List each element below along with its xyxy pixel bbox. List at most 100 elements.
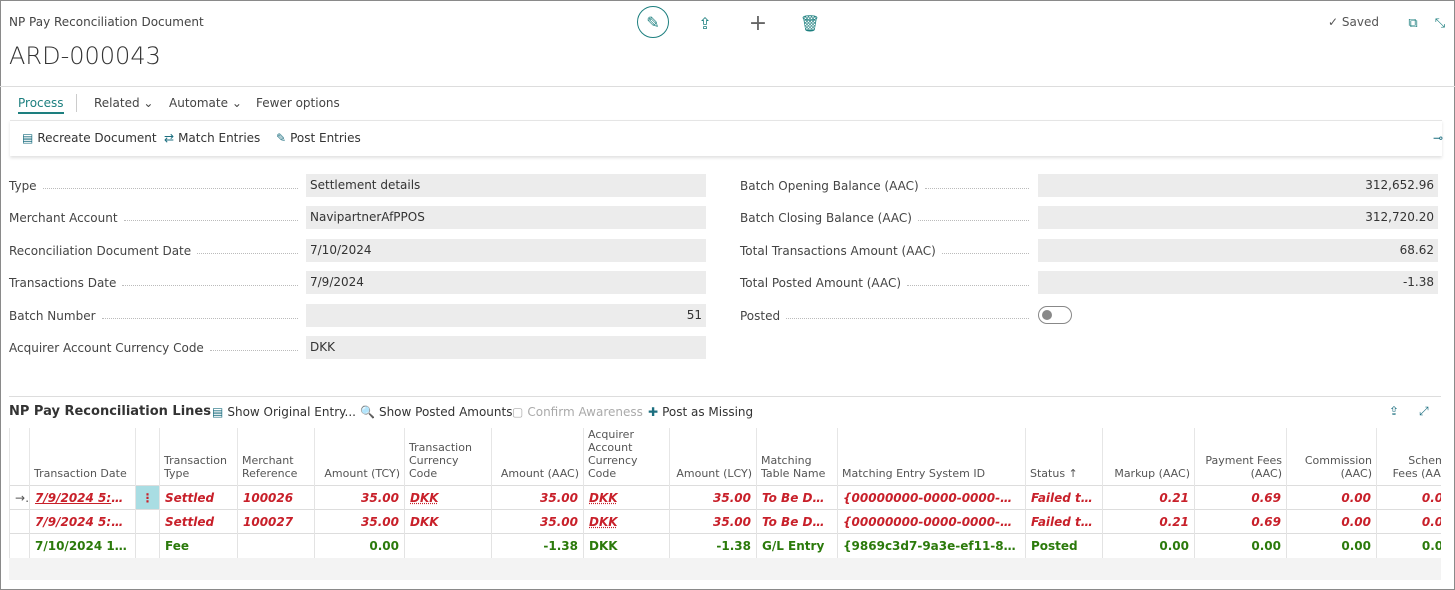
field-value[interactable]: NavipartnerAfPPOS	[306, 206, 706, 230]
post-icon: ✎	[276, 131, 287, 145]
row-menu-button[interactable]: ⋮	[135, 485, 160, 510]
saved-status: ✓ Saved	[1328, 15, 1379, 29]
post-entries-button[interactable]: ✎ Post Entries	[276, 131, 361, 145]
table-cell: 0.00	[1376, 485, 1441, 510]
column-header[interactable]: Acquirer Account Currency Code	[583, 428, 670, 486]
tab-automate[interactable]: Automate ⌄	[169, 96, 242, 110]
share-icon[interactable]: ⇪	[1389, 404, 1399, 418]
open-new-window-icon[interactable]: ⧉	[1398, 8, 1428, 38]
match-entries-button[interactable]: ⇄ Match Entries	[164, 131, 260, 145]
table-cell: Failed to ...	[1025, 509, 1103, 534]
table-cell: To Be Det...	[756, 509, 838, 534]
tab-related[interactable]: Related ⌄	[94, 96, 153, 110]
tab-process[interactable]: Process	[18, 96, 64, 114]
post-as-missing-button[interactable]: ✚ Post as Missing	[648, 405, 753, 419]
table-cell[interactable]: 7/9/2024 5:40 ...	[29, 509, 136, 534]
lines-grid: Transaction Date Transaction Type Merchant…	[9, 428, 1441, 580]
column-header[interactable]: Merchant Reference	[237, 428, 315, 486]
field-value[interactable]: 7/10/2024	[306, 238, 706, 262]
column-header[interactable]: Payment Fees (AAC)	[1194, 428, 1287, 486]
posted-toggle[interactable]	[1038, 306, 1072, 324]
table-cell: 0.00	[1376, 533, 1441, 558]
field-label: Acquirer Account Currency Code	[9, 341, 304, 355]
table-cell: To Be Det...	[756, 485, 838, 510]
table-row[interactable]: 7/10/2024 12:2...Fee0.00-1.38DKK-1.38G/L…	[9, 533, 1441, 558]
match-icon: ⇄	[164, 131, 175, 145]
delete-icon[interactable]: 🗑	[795, 8, 825, 38]
table-row[interactable]: → 7/9/2024 5:40 ... ⋮ Settled 100026 35.00 DKK…	[9, 485, 1441, 510]
show-posted-amounts-button[interactable]: 🔍 Show Posted Amounts	[360, 405, 512, 419]
table-cell: Failed to ...	[1025, 485, 1103, 510]
divider	[9, 396, 1441, 397]
field-label: Transactions Date	[9, 276, 304, 290]
column-header[interactable]: Matching Table Name	[756, 428, 838, 486]
document-icon: ▤	[22, 131, 34, 145]
table-row[interactable]: 7/9/2024 5:40 ... Settled 100027 35.00 DKK 35…	[9, 509, 1441, 534]
collapse-icon[interactable]: ⤡	[1425, 8, 1455, 38]
fewer-options-button[interactable]: Fewer options	[256, 96, 340, 110]
column-header[interactable]: Transaction Type	[159, 428, 238, 486]
column-header[interactable]: Amount (TCY)	[314, 428, 405, 486]
table-cell: -1.38	[669, 533, 757, 558]
expand-icon[interactable]: ⤢	[1419, 404, 1429, 419]
row-menu-button[interactable]	[135, 509, 160, 534]
table-cell: 0.00	[1286, 485, 1377, 510]
share-icon[interactable]: ⇪	[690, 8, 720, 38]
menu-header	[135, 428, 160, 486]
edit-button[interactable]: ✎	[637, 6, 669, 38]
table-cell[interactable]: 7/10/2024 12:2...	[29, 533, 136, 558]
field-value[interactable]: 68.62	[1038, 238, 1438, 262]
document-icon: ▢	[512, 405, 524, 419]
field-value[interactable]: -1.38	[1038, 271, 1438, 295]
field-value[interactable]: DKK	[306, 336, 706, 359]
row-marker-header	[9, 428, 30, 486]
field-label: Total Posted Amount (AAC)	[740, 276, 1035, 290]
table-cell: 35.00	[491, 509, 584, 534]
pin-icon[interactable]: ⊸	[1433, 131, 1443, 145]
recreate-document-button[interactable]: ▤ Recreate Document	[22, 131, 157, 145]
column-header[interactable]: Matching Entry System ID	[837, 428, 1026, 486]
column-header[interactable]: Amount (AAC)	[491, 428, 584, 486]
field-label: Posted	[740, 309, 1035, 323]
field-value[interactable]: Settlement details	[306, 174, 706, 197]
table-cell: Posted	[1025, 533, 1103, 558]
table-cell: DKK	[404, 485, 492, 510]
current-row-arrow-icon: →	[9, 485, 30, 510]
column-header[interactable]: Status ↑	[1025, 428, 1103, 486]
table-cell: {9869c3d7-9a3e-ef11-8409-60...	[837, 533, 1026, 558]
table-cell: 35.00	[491, 485, 584, 510]
field-value[interactable]: 51	[306, 303, 706, 327]
column-header[interactable]: Amount (LCY)	[669, 428, 757, 486]
column-header[interactable]: Markup (AAC)	[1102, 428, 1195, 486]
field-value[interactable]: 7/9/2024	[306, 271, 706, 295]
table-cell: 0.69	[1194, 509, 1287, 534]
post-icon: ✚	[648, 405, 659, 419]
page-title: ARD-000043	[9, 42, 161, 70]
table-cell: DKK	[404, 509, 492, 534]
document-icon: ▤	[212, 405, 224, 419]
column-header[interactable]: Scheme Fees (AAC)	[1376, 428, 1441, 486]
column-header[interactable]: Transaction Date	[29, 428, 136, 486]
confirm-awareness-button[interactable]: ▢ Confirm Awareness	[512, 405, 643, 419]
field-label: Type	[9, 179, 304, 193]
new-icon[interactable]: +	[743, 8, 773, 38]
table-cell: {00000000-0000-0000-0000-0...	[837, 485, 1026, 510]
column-header[interactable]: Commission (AAC)	[1286, 428, 1377, 486]
table-cell[interactable]: 7/9/2024 5:40 ...	[29, 485, 136, 510]
table-cell: Settled	[159, 485, 238, 510]
field-label: Batch Closing Balance (AAC)	[740, 211, 1035, 225]
table-cell: 35.00	[669, 485, 757, 510]
table-cell: 0.21	[1102, 509, 1195, 534]
column-header[interactable]: Transaction Currency Code	[404, 428, 492, 486]
row-marker	[9, 509, 30, 534]
field-value[interactable]: 312,720.20	[1038, 206, 1438, 230]
show-original-entry-button[interactable]: ▤ Show Original Entry...	[212, 405, 356, 419]
row-menu-button[interactable]	[135, 533, 160, 558]
table-cell: 0.00	[1286, 533, 1377, 558]
field-label: Batch Number	[9, 309, 304, 323]
table-cell: Fee	[159, 533, 238, 558]
table-cell: DKK	[583, 509, 670, 534]
table-cell: 0.00	[314, 533, 405, 558]
field-value[interactable]: 312,652.96	[1038, 174, 1438, 197]
page-caption: NP Pay Reconciliation Document	[9, 15, 204, 29]
